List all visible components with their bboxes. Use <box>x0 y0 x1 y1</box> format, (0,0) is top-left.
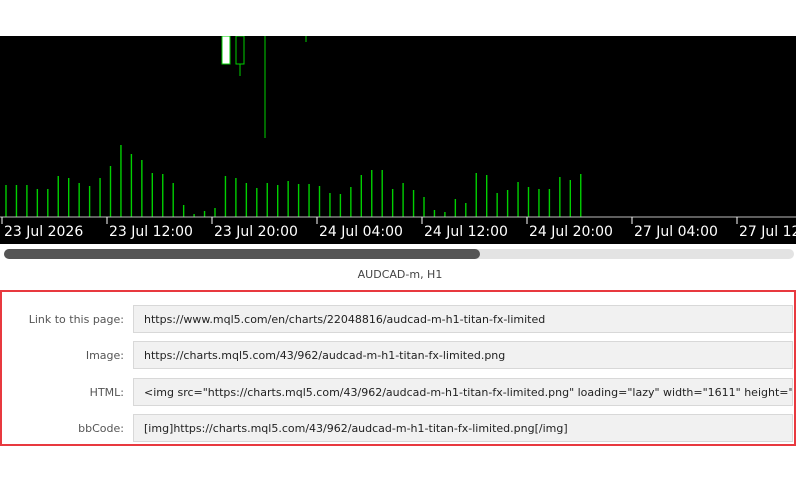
candle <box>235 36 245 65</box>
link-field[interactable]: https://www.mql5.com/en/charts/22048816/… <box>133 305 793 333</box>
chart-scrollbar[interactable] <box>4 249 794 259</box>
time-label: 23 Jul 20:00 <box>214 224 298 240</box>
image-label: Image: <box>85 349 124 362</box>
share-panel: Link to this page: https://www.mql5.com/… <box>0 290 796 446</box>
image-field[interactable]: https://charts.mql5.com/43/962/audcad-m-… <box>133 341 793 369</box>
time-label: 24 Jul 12:00 <box>424 224 508 240</box>
chart-background <box>0 36 796 244</box>
html-label: HTML: <box>89 386 124 399</box>
price-chart[interactable]: 23 Jul 2026 23 Jul 12:00 23 Jul 20:00 24 Ju… <box>0 36 800 244</box>
chart-scrollbar-thumb[interactable] <box>4 249 480 259</box>
html-row: HTML: <img src="https://charts.mql5.com/… <box>2 378 794 408</box>
link-row: Link to this page: https://www.mql5.com/… <box>2 305 794 335</box>
time-label: 27 Jul 04:00 <box>634 224 718 240</box>
time-label: 24 Jul 20:00 <box>529 224 613 240</box>
chart-canvas: 23 Jul 2026 23 Jul 12:00 23 Jul 20:00 24 Ju… <box>0 36 800 244</box>
link-label: Link to this page: <box>28 313 124 326</box>
time-label: 27 Jul 12 <box>739 224 800 240</box>
chart-caption: AUDCAD-m, H1 <box>357 268 443 281</box>
time-label: 23 Jul 2026 <box>4 224 83 240</box>
bbcode-label: bbCode: <box>78 422 124 435</box>
bbcode-row: bbCode: [img]https://charts.mql5.com/43/… <box>2 414 794 444</box>
time-label: 23 Jul 12:00 <box>109 224 193 240</box>
time-label: 24 Jul 04:00 <box>319 224 403 240</box>
bbcode-field[interactable]: [img]https://charts.mql5.com/43/962/audc… <box>133 414 793 442</box>
candle <box>221 36 231 65</box>
image-row: Image: https://charts.mql5.com/43/962/au… <box>2 341 794 371</box>
html-field[interactable]: <img src="https://charts.mql5.com/43/962… <box>133 378 793 406</box>
